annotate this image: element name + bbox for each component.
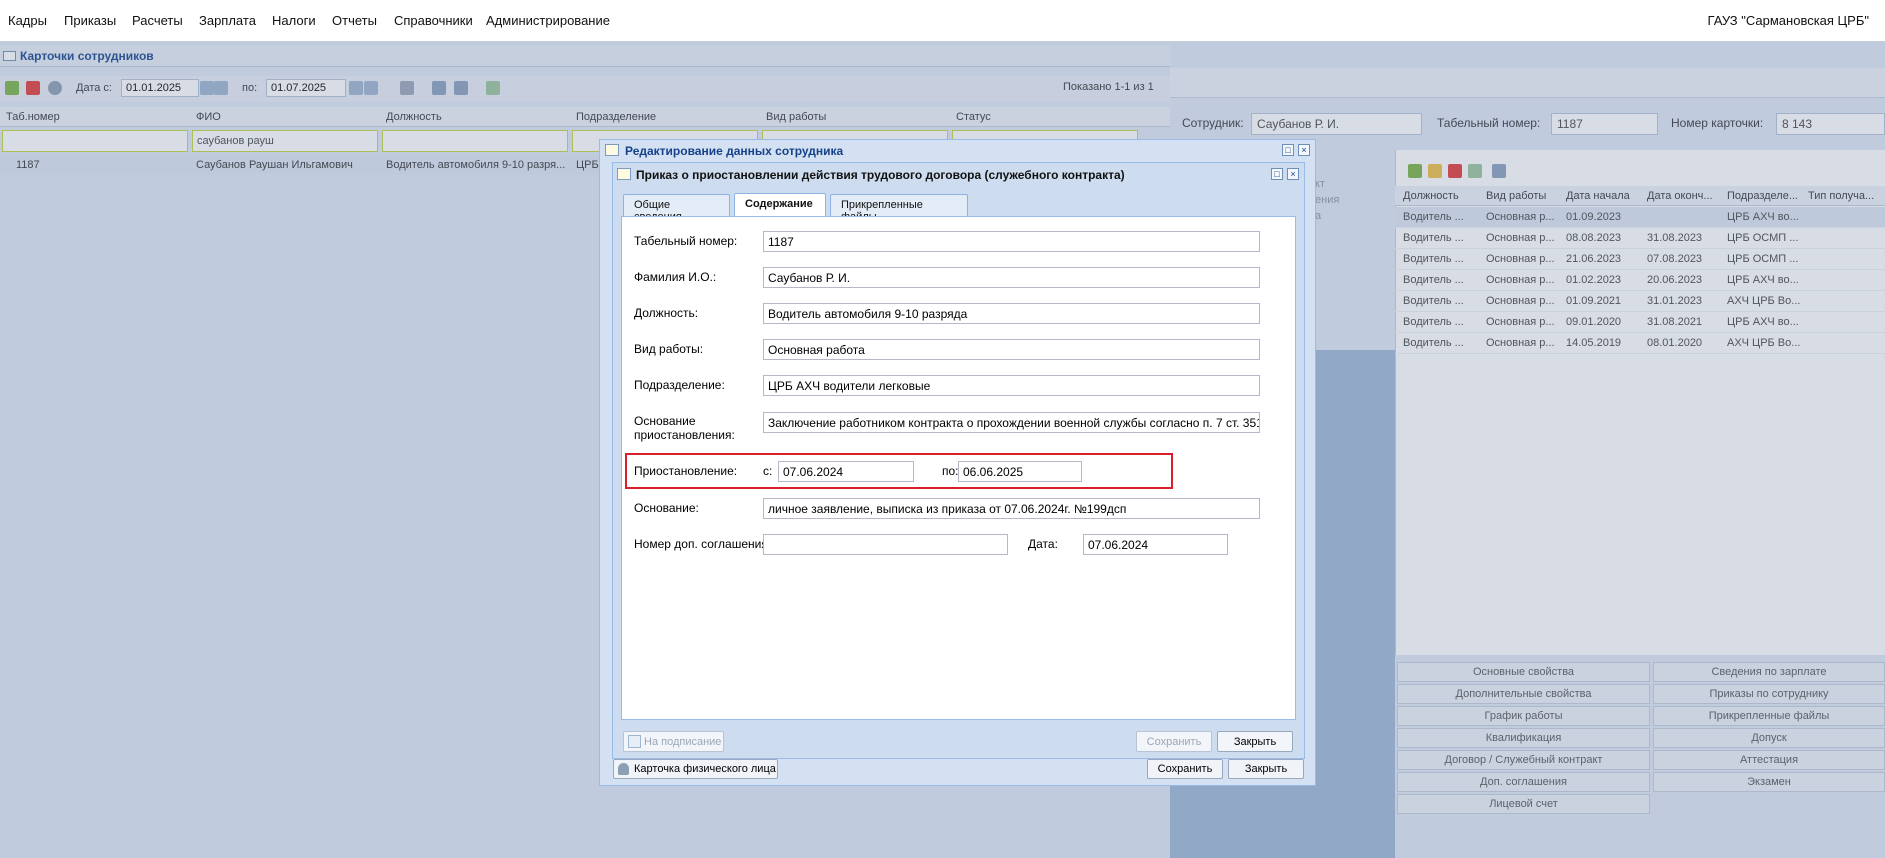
edit-employee-title: Редактирование данных сотрудника: [625, 144, 844, 158]
basis-input[interactable]: личное заявление, выписка из приказа от …: [763, 498, 1260, 519]
menu-administrirovanie[interactable]: Администрирование: [486, 13, 610, 28]
suspension-reason-label-line1: Основание: [634, 414, 696, 428]
suspension-order-window: Приказ о приостановлении действия трудов…: [612, 162, 1305, 759]
maximize-icon[interactable]: □: [1271, 168, 1283, 180]
edit-employee-title-bar[interactable]: Редактирование данных сотрудника □ ×: [600, 140, 1315, 160]
tabno-input[interactable]: 1187: [763, 231, 1260, 252]
suspension-to-input[interactable]: 06.06.2025: [958, 461, 1082, 482]
suspension-order-title-bar[interactable]: Приказ о приостановлении действия трудов…: [613, 163, 1304, 185]
physical-person-card-label: Карточка физического лица: [634, 763, 776, 775]
position-label: Должность:: [634, 306, 699, 320]
person-icon: [618, 763, 629, 775]
suspension-reason-input[interactable]: Заключение работником контракта о прохож…: [763, 412, 1260, 433]
department-input[interactable]: ЦРБ АХЧ водители легковые: [763, 375, 1260, 396]
suspension-label: Приостановление:: [634, 464, 738, 478]
content-tab-panel: Табельный номер: 1187 Фамилия И.О.: Сауб…: [621, 216, 1296, 720]
physical-person-card-button[interactable]: Карточка физического лица: [613, 759, 778, 779]
edit-window-icon: [605, 144, 619, 156]
suspension-to-label: по:: [942, 464, 959, 478]
top-menu-bar: Кадры Приказы Расчеты Зарплата Налоги От…: [0, 0, 1885, 42]
menu-nalogi[interactable]: Налоги: [272, 13, 316, 28]
menu-prikazy[interactable]: Приказы: [64, 13, 116, 28]
fio-label: Фамилия И.О.:: [634, 270, 717, 284]
fio-input[interactable]: Саубанов Р. И.: [763, 267, 1260, 288]
position-input[interactable]: Водитель автомобиля 9-10 разряда: [763, 303, 1260, 324]
send-for-signing-label: На подписание: [644, 736, 722, 748]
outer-close-button[interactable]: Закрыть: [1228, 759, 1304, 779]
tab-general[interactable]: Общие сведения: [623, 194, 730, 223]
outer-save-button[interactable]: Сохранить: [1147, 759, 1223, 779]
suspension-reason-label-line2: приостановления:: [634, 428, 735, 442]
agreement-number-label: Номер доп. соглашения:: [634, 537, 772, 551]
organization-name: ГАУЗ "Сармановская ЦРБ": [1707, 13, 1869, 28]
maximize-icon[interactable]: □: [1282, 144, 1294, 156]
department-label: Подразделение:: [634, 378, 725, 392]
agreement-number-input[interactable]: [763, 534, 1008, 555]
agreement-date-label: Дата:: [1028, 537, 1058, 551]
agreement-date-input[interactable]: 07.06.2024: [1083, 534, 1228, 555]
inner-save-button[interactable]: Сохранить: [1136, 731, 1212, 752]
menu-spravochniki[interactable]: Справочники: [394, 13, 473, 28]
signing-icon: [628, 735, 641, 748]
suspension-from-input[interactable]: 07.06.2024: [778, 461, 914, 482]
suspension-from-label: с:: [763, 464, 773, 478]
tab-content[interactable]: Содержание: [734, 193, 826, 217]
menu-kadry[interactable]: Кадры: [8, 13, 47, 28]
tab-attached-files[interactable]: Прикрепленные файлы: [830, 194, 968, 223]
work-type-input[interactable]: Основная работа: [763, 339, 1260, 360]
inner-close-button[interactable]: Закрыть: [1217, 731, 1293, 752]
close-icon[interactable]: ×: [1298, 144, 1310, 156]
suspension-order-title: Приказ о приостановлении действия трудов…: [636, 168, 1125, 182]
work-type-label: Вид работы:: [634, 342, 704, 356]
tabno-label: Табельный номер:: [634, 234, 738, 248]
close-icon[interactable]: ×: [1287, 168, 1299, 180]
basis-label: Основание:: [634, 501, 699, 515]
menu-otchety[interactable]: Отчеты: [332, 13, 377, 28]
menu-zarplata[interactable]: Зарплата: [199, 13, 256, 28]
menu-raschety[interactable]: Расчеты: [132, 13, 183, 28]
send-for-signing-button[interactable]: На подписание: [623, 731, 724, 752]
order-window-icon: [617, 168, 631, 180]
